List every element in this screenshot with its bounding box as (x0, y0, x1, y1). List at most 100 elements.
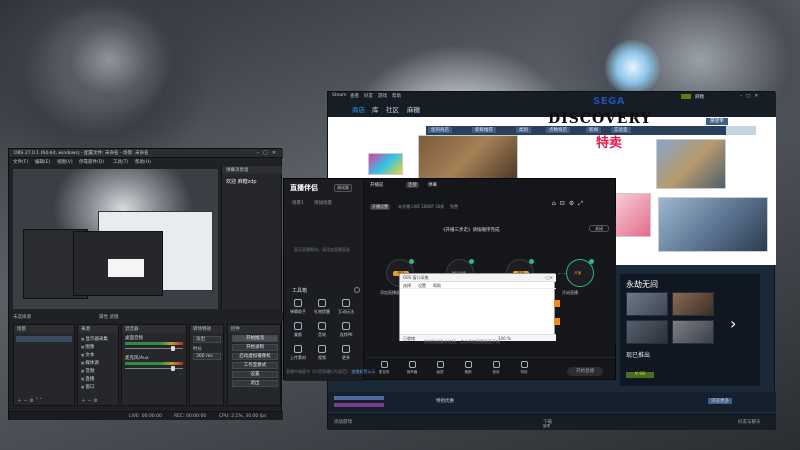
tool-upload[interactable]: 上传素材 (288, 345, 308, 365)
nav-store[interactable]: 商店 (352, 104, 365, 114)
featured-screenshot[interactable] (626, 292, 668, 316)
scenes-dock-buttons[interactable]: ＋ − ⚙ ˄ ˅ (17, 397, 42, 404)
start-live-button[interactable]: 开始直播 (567, 367, 603, 376)
tool-gift[interactable]: 礼物提醒 (312, 299, 332, 319)
stream-settings-chip[interactable]: 开播设置 (370, 204, 390, 210)
featured-game-card[interactable]: 永劫无间 现已推出 ¥ 98 (620, 274, 760, 386)
obs-chat-dock: 弹幕消息窗 欢迎 麻糖zdp (221, 166, 282, 309)
steam-menu-games[interactable]: 游戏 (378, 93, 387, 99)
featured-screenshot[interactable] (672, 320, 714, 344)
tool-interact[interactable]: 互动玩法 (336, 299, 356, 319)
nav-library[interactable]: 库 (372, 104, 379, 114)
obs-window-controls[interactable]: –▢✕ (257, 150, 280, 156)
steam-menu-view[interactable]: 查看 (350, 93, 359, 99)
studio-mode-button[interactable]: 工作室模式 (232, 362, 278, 369)
dialog-menu-item[interactable]: 选择 (403, 283, 411, 289)
source-item[interactable]: 显示器采集 (81, 336, 108, 342)
featured-screenshot[interactable] (626, 320, 668, 344)
store-tab[interactable]: 点数商店 (546, 127, 570, 133)
transition-duration-input[interactable]: 300 ms (193, 353, 221, 360)
quality-control[interactable]: 画质 (428, 361, 452, 375)
obs-menu-tools[interactable]: 工具(T) (113, 159, 128, 165)
obs-menu-file[interactable]: 文件(F) (13, 159, 28, 165)
tool-danmu[interactable]: 弹幕助手 (288, 299, 308, 319)
obs-menu-help[interactable]: 帮助(H) (135, 159, 151, 165)
onboarding-step[interactable]: 开播 (566, 259, 594, 287)
dialog-titlebar[interactable]: OBS 窗口采集 –▢✕ (400, 274, 556, 282)
start-streaming-button[interactable]: 开始推流 (232, 335, 278, 342)
side-accent-tab[interactable] (554, 318, 560, 325)
beauty-control[interactable]: 美颜 (456, 361, 480, 375)
source-item[interactable]: 图像 (81, 344, 94, 350)
source-item[interactable]: 音频 (81, 368, 94, 374)
list-item[interactable] (334, 403, 384, 407)
steam-menu-steam[interactable]: Steam (332, 93, 347, 98)
mic-control[interactable]: 麦克风 (372, 361, 396, 375)
obs-preview-canvas[interactable] (13, 169, 218, 309)
toolbox-add-icon[interactable] (354, 287, 360, 293)
scene-item-selected[interactable] (16, 336, 72, 342)
store-tab[interactable]: 新鲜推荐 (472, 127, 496, 133)
dialog-menu-item[interactable]: 设置 (418, 283, 426, 289)
steam-window-controls[interactable]: –▢✕ (740, 94, 762, 100)
source-item[interactable]: 直播 (81, 376, 94, 382)
list-item[interactable] (334, 396, 384, 400)
exit-button[interactable]: 退出 (232, 380, 278, 387)
stream-info: 未开播 LIVE 1080P 30帧 (398, 204, 445, 209)
capture-dialog: OBS 窗口采集 –▢✕ 选择 设置 帮助 已就绪 100 % (399, 273, 560, 341)
sega-logo-text: SEGA (593, 96, 625, 107)
start-recording-button[interactable]: 开始录制 (232, 344, 278, 351)
dialog-close-icon[interactable]: –▢✕ (544, 275, 553, 280)
settings-button[interactable]: 设置 (232, 371, 278, 378)
chat-pill[interactable]: 弹幕 (428, 182, 437, 188)
add-game-button[interactable]: 添加游戏 (334, 419, 352, 425)
manage-label[interactable]: 管理 (543, 424, 550, 429)
source-item[interactable]: 窗口 (81, 384, 94, 390)
obs-menu-edit[interactable]: 编辑(E) (35, 159, 50, 165)
obs-titlebar[interactable]: OBS 27.0.1 (64-bit, windows) - 配置文件: 未命名… (9, 149, 283, 158)
notification-badge[interactable] (681, 94, 691, 99)
steam-menu-help[interactable]: 帮助 (392, 93, 401, 99)
tool-beauty[interactable]: 美颜 (288, 322, 308, 342)
source-item[interactable]: 媒体源 (81, 360, 99, 366)
connect-pill[interactable]: 连接 (406, 182, 419, 188)
steam-menu-friends[interactable]: 好友 (364, 93, 373, 99)
browse-more-button[interactable]: 浏览更多 (708, 398, 732, 404)
sound-control[interactable]: 音效 (484, 361, 508, 375)
volume-slider[interactable] (125, 346, 183, 351)
wishlist-button[interactable]: 愿望单 (706, 118, 728, 125)
upload-icon (294, 345, 302, 353)
tool-video[interactable]: 视频 (312, 345, 332, 365)
store-tab[interactable]: 类别 (516, 127, 531, 133)
store-tab[interactable]: 您的商店 (428, 127, 452, 133)
carousel-next-icon[interactable]: › (730, 314, 736, 333)
live-window-controls[interactable]: ⌂⊡⚙⤢ (552, 200, 587, 208)
featured-game-price[interactable]: ¥ 98 (626, 372, 654, 378)
scene-tab[interactable]: 场景1 (292, 200, 304, 206)
tool-more[interactable]: 更多 (336, 345, 356, 365)
steam-account-name[interactable]: 麻糖 (695, 94, 704, 100)
obs-menu-view[interactable]: 视图(V) (57, 159, 73, 165)
source-props-label[interactable]: 属性 滤镜 (99, 314, 118, 320)
effects-control[interactable]: 特效 (512, 361, 536, 375)
onboarding-close-button[interactable]: 关闭 (589, 225, 609, 232)
dialog-menu-item[interactable]: 帮助 (433, 283, 441, 289)
obs-menu-docks[interactable]: 停靠部件(D) (79, 159, 104, 165)
source-item[interactable]: 文本 (81, 352, 94, 358)
side-accent-tab[interactable] (554, 300, 560, 307)
store-search-input[interactable] (726, 126, 756, 135)
transition-type-select[interactable]: 淡出 (193, 336, 221, 343)
virtual-camera-button[interactable]: 启动虚拟摄像机 (232, 353, 278, 360)
mixer-dock: 混音器 桌面音频 麦克风/Aux (121, 324, 187, 406)
featured-screenshot[interactable] (672, 292, 714, 316)
speaker-control[interactable]: 扬声器 (400, 361, 424, 375)
tool-sound[interactable]: 音效 (312, 322, 332, 342)
sources-dock-buttons[interactable]: ＋ − ⚙ (81, 397, 98, 404)
tool-pk[interactable]: 连线PK (336, 322, 356, 342)
volume-slider[interactable] (125, 366, 183, 371)
nav-community[interactable]: 社区 (386, 104, 399, 114)
add-scene-tab[interactable]: 添加场景 (314, 200, 332, 206)
nav-profile[interactable]: 麻糖 (407, 104, 420, 114)
friends-chat-button[interactable]: 好友与聊天 (738, 419, 761, 425)
gift-icon (318, 299, 326, 307)
